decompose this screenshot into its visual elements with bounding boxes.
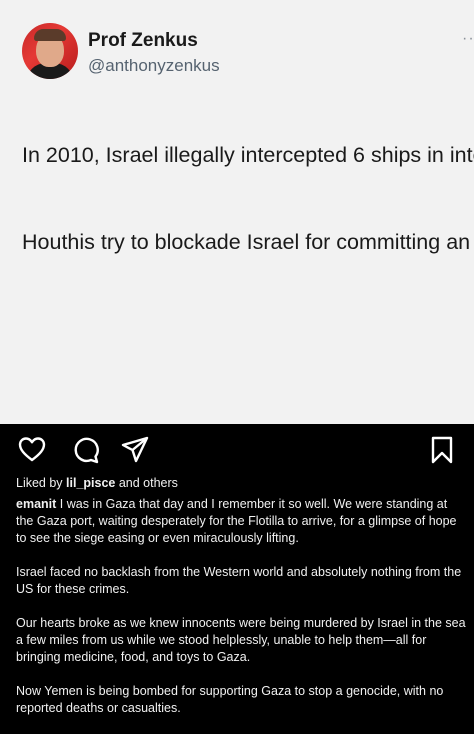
tweet-screenshot: Prof Zenkus @anthonyzenkus ·· In 2010, I… bbox=[0, 0, 474, 424]
more-options-icon[interactable]: ·· bbox=[462, 30, 474, 48]
action-bar bbox=[0, 434, 474, 464]
author-handle[interactable]: @anthonyzenkus bbox=[88, 56, 220, 76]
tweet-paragraph: In 2010, Israel illegally intercepted 6 … bbox=[22, 143, 474, 167]
caption-paragraph: Israel faced no backlash from the Wester… bbox=[16, 565, 462, 596]
liked-prefix: Liked by bbox=[16, 476, 67, 490]
instagram-post-footer: Liked by lil_pisce and others emanit I w… bbox=[0, 424, 474, 719]
caption-paragraph: Now Yemen is being bombed for supporting… bbox=[16, 684, 444, 715]
tweet-paragraph: Houthis try to blockade Israel for commi… bbox=[22, 230, 474, 254]
likes-summary: Liked by lil_pisce and others bbox=[16, 476, 178, 490]
caption-username[interactable]: emanit bbox=[16, 497, 56, 511]
caption-paragraph: Our hearts broke as we knew innocents we… bbox=[16, 616, 466, 664]
caption: emanit I was in Gaza that day and I reme… bbox=[16, 496, 466, 734]
liked-suffix[interactable]: and others bbox=[115, 476, 178, 490]
author-name[interactable]: Prof Zenkus bbox=[88, 30, 198, 52]
liked-by-user[interactable]: lil_pisce bbox=[66, 476, 115, 490]
caption-text: I was in Gaza that day and I remember it… bbox=[16, 497, 457, 545]
caption-paragraph: emanit I was in Gaza that day and I reme… bbox=[16, 496, 466, 547]
avatar-hair bbox=[34, 29, 66, 41]
heart-icon[interactable] bbox=[18, 436, 46, 467]
share-icon[interactable] bbox=[120, 436, 150, 469]
comment-icon[interactable] bbox=[72, 436, 100, 469]
tweet-text: In 2010, Israel illegally intercepted 6 … bbox=[22, 112, 474, 315]
bookmark-icon[interactable] bbox=[430, 436, 454, 469]
avatar[interactable] bbox=[22, 23, 78, 79]
